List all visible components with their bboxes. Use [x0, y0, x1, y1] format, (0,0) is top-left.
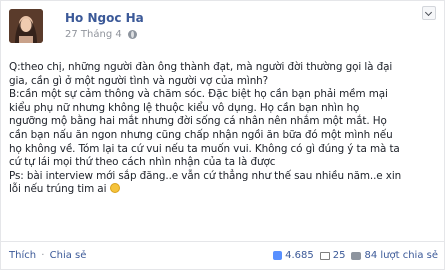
comments-stat[interactable]: 84 lượt chia sẻ	[351, 250, 438, 261]
post-actions: Thích · Chia sẻ	[9, 250, 86, 261]
share-button[interactable]: Chia sẻ	[50, 250, 87, 261]
facebook-post: Ho Ngoc Ha 27 Tháng 4 Q:theo chị, những …	[0, 0, 445, 270]
smile-emoji-icon	[109, 183, 120, 194]
post-line: họ không về. Tóm lại ta cứ vui nếu ta mu…	[9, 142, 400, 155]
like-icon	[273, 251, 283, 260]
shares-stat[interactable]: 25	[319, 250, 346, 261]
profile-avatar[interactable]	[9, 9, 43, 43]
post-body: Q:theo chị, những người đàn ông thành đạ…	[9, 61, 441, 197]
action-separator: ·	[41, 250, 45, 261]
comments-count: 84 lượt chia sẻ	[364, 250, 438, 261]
comment-icon	[351, 251, 362, 260]
post-line-last: lỗi nếu trúng tim ai	[9, 183, 441, 197]
post-line: gia, cần gì ở một người tình và người vợ…	[9, 74, 269, 87]
post-line: kiểu phụ nữ nhưng không lệ thuộc kiểu vô…	[9, 101, 360, 114]
share-icon	[319, 251, 330, 260]
chevron-down-icon[interactable]	[422, 6, 436, 20]
post-line-text: lỗi nếu trúng tim ai	[9, 183, 107, 196]
post-line: cứ tự lái mọi thứ theo cách nhìn nhận củ…	[9, 156, 276, 169]
globe-icon[interactable]	[127, 30, 137, 39]
post-line: Ps: bài interview mới sắp đăng..e vẫn cứ…	[9, 169, 402, 182]
post-footer: Thích · Chia sẻ 4.685 25 84 lượt chia sẻ	[1, 241, 444, 270]
post-line: ngưỡng mộ bằng hai mắt nhưng đời sống cá…	[9, 115, 387, 128]
post-meta: 27 Tháng 4	[65, 29, 137, 40]
shares-count: 25	[332, 250, 346, 261]
post-line: B:cần một sự cảm thông và chăm sóc. Đặc …	[9, 88, 388, 101]
post-line: cần bạn nấu ăn ngon nhưng cũng chấp nhận…	[9, 128, 393, 141]
post-stats: 4.685 25 84 lượt chia sẻ	[273, 250, 438, 261]
post-date[interactable]: 27 Tháng 4	[65, 29, 122, 40]
author-name[interactable]: Ho Ngoc Ha	[65, 11, 144, 25]
like-button[interactable]: Thích	[9, 250, 36, 261]
likes-stat[interactable]: 4.685	[273, 250, 314, 261]
likes-count: 4.685	[285, 250, 314, 261]
post-line: Q:theo chị, những người đàn ông thành đạ…	[9, 61, 393, 73]
